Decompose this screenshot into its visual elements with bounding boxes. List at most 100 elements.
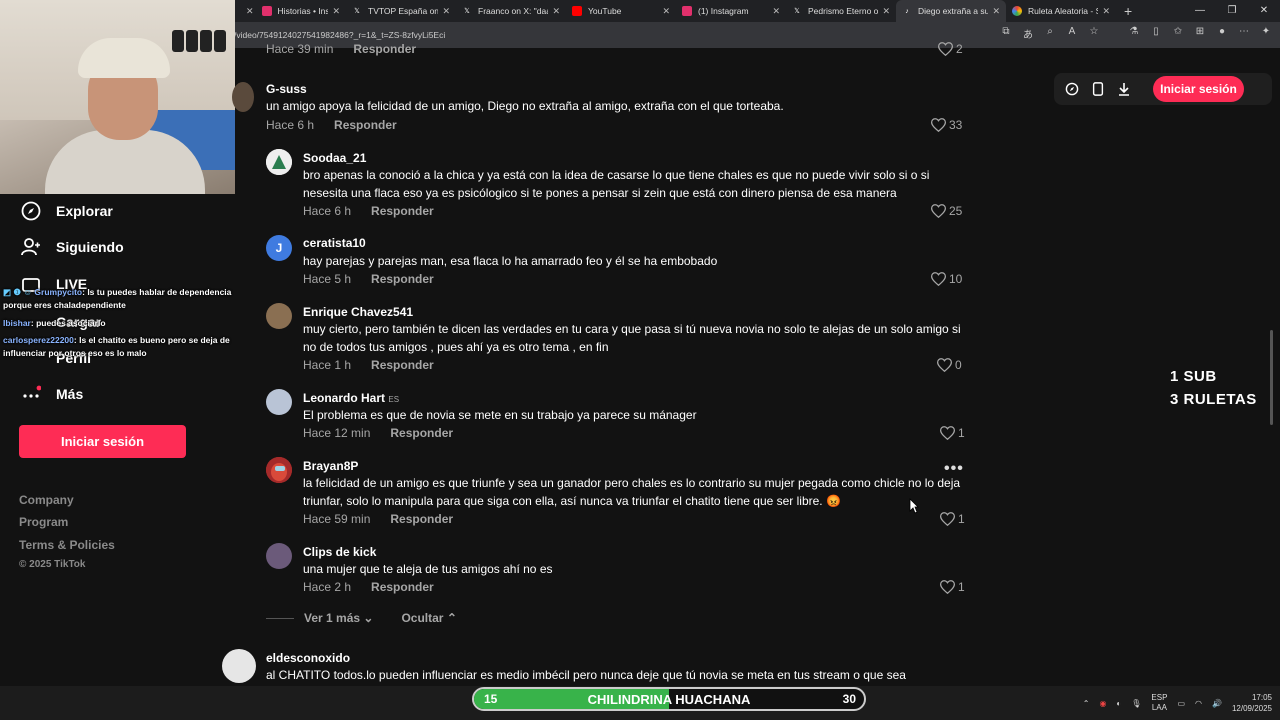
comment-text: hay parejas y parejas man, esa flaca lo … — [303, 254, 718, 268]
comment-username[interactable]: Clips de kick — [303, 545, 376, 559]
close-tab-icon[interactable]: ✕ — [442, 6, 450, 17]
footer-link-program[interactable]: Program — [19, 515, 68, 529]
comment-username[interactable]: Soodaa_21 — [303, 151, 366, 165]
x-icon: 𝕏 — [354, 8, 360, 15]
app-icon[interactable]: ⧉ — [1000, 26, 1012, 41]
like-button[interactable]: 33 — [931, 118, 962, 132]
instagram-icon — [261, 6, 272, 16]
extensions-icon[interactable]: ⚗ — [1128, 26, 1140, 41]
comment-username[interactable]: Leonardo Hart ES — [303, 391, 399, 405]
compass-action-icon[interactable] — [1064, 81, 1080, 97]
comment-username[interactable]: eldesconoxido — [266, 651, 350, 665]
favorite-icon[interactable]: ☆ — [1088, 26, 1100, 41]
download-icon[interactable] — [1116, 81, 1132, 97]
minimize-icon[interactable]: — — [1184, 0, 1216, 22]
chat-message: carlosperez22200: Is el chatito es bueno… — [3, 334, 243, 360]
comment-username[interactable]: ceratista10 — [303, 236, 366, 250]
reply-button[interactable]: Responder — [390, 426, 453, 440]
like-button[interactable]: 1 — [940, 426, 965, 440]
close-tab-icon[interactable]: ✕ — [882, 6, 890, 17]
avatar[interactable] — [222, 649, 256, 683]
comment-username[interactable]: Brayan8P — [303, 459, 358, 473]
copilot-icon[interactable]: ✦ — [1260, 26, 1272, 41]
reply-button[interactable]: Responder — [334, 118, 397, 132]
close-tab-icon[interactable]: ✕ — [662, 6, 670, 17]
avatar[interactable]: J — [266, 235, 292, 261]
close-tab-icon[interactable]: ✕ — [246, 6, 254, 17]
like-button[interactable]: 25 — [931, 204, 962, 218]
split-icon[interactable]: ▯ — [1150, 26, 1162, 41]
close-tab-icon[interactable]: ✕ — [332, 6, 340, 17]
close-tab-icon[interactable]: ✕ — [552, 6, 560, 17]
browser-tab[interactable]: YouTube ✕ — [566, 0, 676, 22]
login-button[interactable]: Iniciar sesión — [1153, 76, 1244, 102]
sidebar-item-explorar[interactable]: Explorar — [20, 200, 113, 222]
clock[interactable]: 17:05 12/09/2025 — [1232, 692, 1272, 714]
avatar[interactable] — [266, 389, 292, 415]
avatar[interactable] — [266, 303, 292, 329]
reply-button[interactable]: Responder — [371, 358, 434, 372]
like-button[interactable]: 10 — [931, 272, 962, 286]
volume-icon[interactable]: 🔊 — [1212, 699, 1222, 708]
browser-tab[interactable]: ✕Historias • Instagra✕ — [236, 0, 346, 22]
phone-icon[interactable] — [1090, 81, 1106, 97]
close-tab-icon[interactable]: ✕ — [1102, 6, 1110, 17]
comment-username[interactable]: G-suss — [266, 82, 307, 96]
footer-link-company[interactable]: Company — [19, 493, 74, 507]
browser-tab[interactable]: Ruleta Aleatoria - S ✕ — [1006, 0, 1116, 22]
collections-icon[interactable]: ⊞ — [1194, 26, 1206, 41]
like-button[interactable]: 1 — [940, 580, 965, 594]
menu-icon[interactable]: ⋯ — [1238, 26, 1250, 41]
sidebar-item-mas[interactable]: Más — [20, 383, 83, 405]
like-button[interactable]: 2 — [938, 42, 963, 56]
zoom-icon[interactable]: ⌕ — [1044, 26, 1056, 41]
footer-link-terms[interactable]: Terms & Policies — [19, 538, 115, 552]
reply-button[interactable]: Responder — [371, 204, 434, 218]
view-more-button[interactable]: Ver 1 más ⌄ — [304, 611, 373, 625]
like-button[interactable]: 1 — [940, 512, 965, 526]
reply-button[interactable]: Responder — [371, 272, 434, 286]
wifi-icon[interactable]: ◠ — [1195, 699, 1202, 708]
reply-button[interactable]: Responder — [390, 512, 453, 526]
avatar[interactable] — [266, 543, 292, 569]
profile-avatar-icon[interactable]: ● — [1216, 26, 1228, 41]
network-app-icon[interactable]: ◐ — [1116, 699, 1121, 708]
browser-tab-active[interactable]: ♪ Diego extraña a su ✕ — [896, 0, 1006, 22]
close-tab-icon[interactable]: ✕ — [992, 6, 1000, 17]
address-bar-icons: ⧉ あ ⌕ A ☆ ⚗ ▯ ✩ ⊞ ● ⋯ ✦ — [1000, 26, 1272, 41]
close-tab-icon[interactable]: ✕ — [772, 6, 780, 17]
comment-meta: Hace 59 min Responder — [303, 512, 454, 526]
like-button[interactable]: 0 — [937, 358, 962, 372]
translate-icon[interactable]: あ — [1022, 26, 1034, 41]
language-indicator[interactable]: ESP LAA — [1151, 693, 1167, 713]
hide-replies-button[interactable]: Ocultar ⌃ — [401, 611, 456, 625]
read-aloud-icon[interactable]: A — [1066, 26, 1078, 41]
language-tag: ES — [388, 395, 400, 404]
close-window-icon[interactable]: ✕ — [1248, 0, 1280, 22]
reply-button[interactable]: Responder — [353, 42, 416, 56]
avatar[interactable] — [266, 457, 292, 483]
monitor-icon[interactable]: ▭ — [1177, 699, 1185, 708]
avatar[interactable] — [266, 149, 292, 175]
comment-meta: Hace 6 h Responder — [266, 118, 397, 132]
app-tray-icon[interactable]: ◉ — [1099, 699, 1106, 708]
microphone-icon[interactable]: 🎙 — [1131, 699, 1141, 708]
chevron-up-tray-icon[interactable]: ⌃ — [1083, 699, 1090, 708]
heart-icon — [931, 118, 946, 132]
maximize-icon[interactable]: ❐ — [1216, 0, 1248, 22]
sidebar-item-siguiendo[interactable]: Siguiendo — [20, 236, 124, 258]
heart-icon — [931, 272, 946, 286]
new-tab-icon[interactable]: + — [1124, 3, 1138, 19]
sidebar-login-button[interactable]: Iniciar sesión — [19, 425, 186, 458]
browser-tab[interactable]: (1) Instagram ✕ — [676, 0, 786, 22]
avatar[interactable] — [232, 82, 254, 112]
chat-message: ◩ ❶ ☺ Grumpycito: Is tu puedes hablar de… — [3, 286, 243, 312]
favorites-icon[interactable]: ✩ — [1172, 26, 1184, 41]
scrollbar[interactable] — [1270, 330, 1273, 425]
browser-tab[interactable]: 𝕏 Fraanco on X: "daa ✕ — [456, 0, 566, 22]
browser-tab[interactable]: 𝕏 Pedrismo Eterno on ✕ — [786, 0, 896, 22]
reply-button[interactable]: Responder — [371, 580, 434, 594]
tiktok-icon: ♪ — [905, 7, 909, 15]
comment-username[interactable]: Enrique Chavez541 — [303, 305, 413, 319]
browser-tab[interactable]: 𝕏TVTOP España on X✕ — [346, 0, 456, 22]
